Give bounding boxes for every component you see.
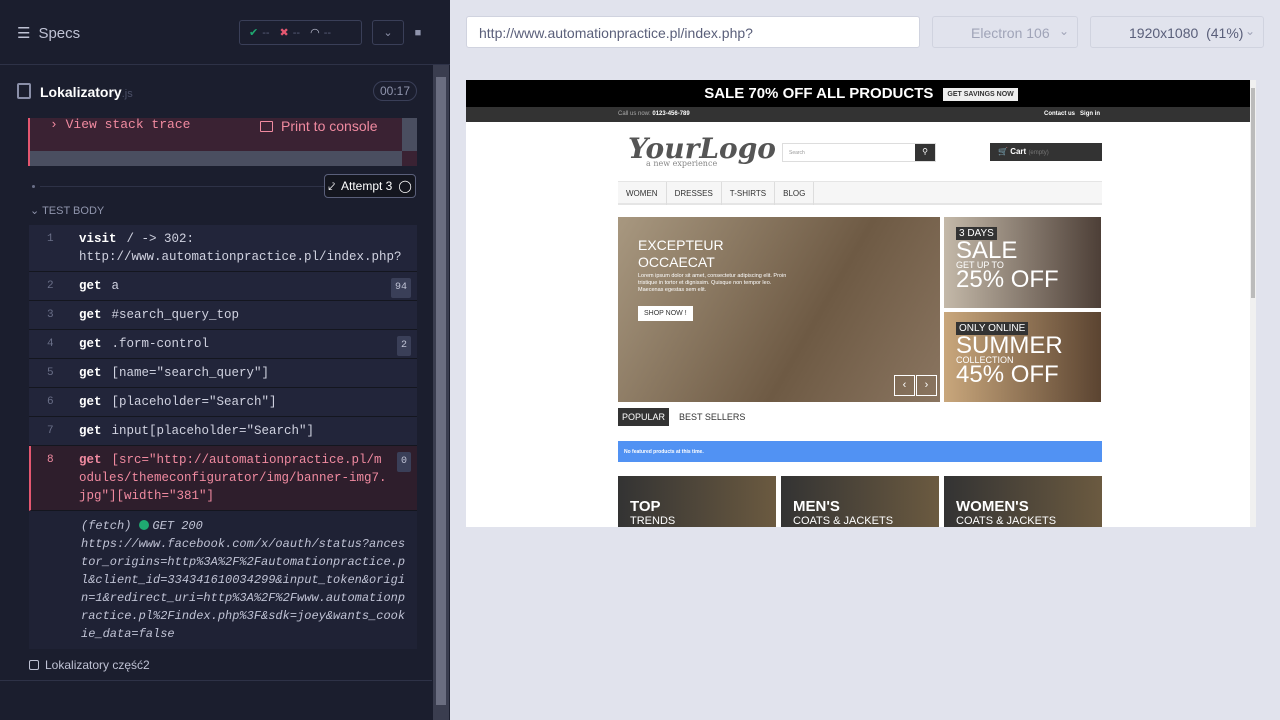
scrollbar-thumb[interactable] [436,77,446,705]
banner-summer[interactable]: ONLY ONLINE SUMMER COLLECTION 45% OFF [944,312,1101,402]
tab-best-sellers[interactable]: BEST SELLERS [679,412,745,422]
main-menu: WOMEN DRESSES T-SHIRTS BLOG [618,181,1102,205]
chevron-down-icon: ⌄ [1058,24,1069,38]
viewport-info[interactable]: 1920x1080 (41%) ⌄ [1090,16,1264,48]
divider-dot [32,185,35,188]
menu-item-dresses[interactable]: DRESSES [667,182,722,205]
specs-toggle[interactable]: ☰ Specs [17,24,81,43]
divider [40,186,330,187]
homepage-slider[interactable]: EXCEPTEUR OCCAECAT Lorem ipsum dolor sit… [618,217,940,402]
command-row[interactable]: 4 get .form-control 2 [29,330,417,359]
horizontal-scrollbar[interactable] [30,151,402,166]
chevron-down-icon[interactable]: ⌄ [372,20,404,45]
search-input[interactable]: Search ⚲ [782,143,936,162]
browser-selector[interactable]: Electron 106 ⌄ [932,16,1078,48]
specs-label: Specs [38,24,81,42]
failed-stat: ✖ -- [279,27,301,39]
aut-iframe[interactable]: SALE 70% OFF ALL PRODUCTS GET SAVINGS NOW… [466,80,1256,527]
pending-stat: ◠ -- [310,27,332,39]
count-badge: 2 [396,336,411,356]
banner-sale[interactable]: 3 DAYS SALE GET UP TO 25% OFF [944,217,1101,308]
command-row[interactable]: 7 get input[placeholder="Search"] [29,417,417,446]
next-arrow-icon[interactable]: › [916,375,937,396]
savings-button[interactable]: GET SAVINGS NOW [943,88,1018,101]
category-card[interactable]: WOMEN'S COATS & JACKETS [944,476,1102,527]
command-row[interactable]: 2 get a 94 [29,272,417,301]
spinner-icon: ◯ [398,179,412,193]
attempt-selector[interactable]: ⤦ Attempt 3 ◯ [324,174,416,198]
aut-scrollbar[interactable] [1250,80,1256,527]
divider [0,680,432,681]
command-log: 1 visit / -> 302: http://www.automationpra… [29,225,417,649]
product-tabs: POPULAR BEST SELLERS [618,408,745,426]
spec-timer: 00:17 [372,81,417,101]
command-row[interactable]: 6 get [placeholder="Search"] [29,388,417,417]
chevron-down-icon: ⌄ [1244,24,1255,38]
signin-link[interactable]: Sign in [1080,111,1100,117]
category-banners: TOP TRENDS MEN'S COATS & JACKETS WOMEN'S CO… [618,476,1102,527]
app-preview-panel: http://www.automationpractice.pl/index.p… [450,0,1280,720]
menu-item-women[interactable]: WOMEN [618,182,667,205]
reporter-scrollbar[interactable] [433,65,449,720]
command-row[interactable]: 3 get #search_query_top [29,301,417,330]
category-card[interactable]: TOP TRENDS [618,476,776,527]
status-dot-icon [139,520,150,530]
count-badge: 0 [396,452,411,472]
scrollbar-thumb[interactable] [1251,88,1255,298]
prev-arrow-icon[interactable]: ‹ [894,375,915,396]
slide-text: Lorem ipsum dolor sit amet, consectetur … [638,273,787,293]
console-icon [260,120,273,132]
search-icon[interactable]: ⚲ [915,144,935,161]
menu-item-blog[interactable]: BLOG [775,182,815,205]
next-spec[interactable]: Lokalizatory część2 [29,658,150,672]
phone-info: Call us now: 0123-456-789 [618,111,690,117]
menu-item-tshirts[interactable]: T-SHIRTS [722,182,776,205]
cart-button[interactable]: 🛒 Cart (empty) [990,143,1102,161]
checkbox-icon [29,660,39,670]
file-icon [17,83,31,99]
view-stack-trace-button[interactable]: › View stack trace [50,117,190,132]
command-row[interactable]: 5 get [name="search_query"] [29,359,417,388]
reporter-header: ☰ Specs ✔ -- ✖ -- ◠ -- ⌄ ■ [0,0,450,65]
failed-command-row[interactable]: 8 get [src="http://automationpractice.pl/m… [29,446,417,511]
promo-banner[interactable]: SALE 70% OFF ALL PRODUCTS GET SAVINGS NOW [466,80,1256,107]
count-badge: 94 [390,278,411,298]
spec-header: Lokalizatory.js 00:17 [0,78,432,108]
site-logo[interactable]: YourLogo a new experience [628,132,776,168]
vertical-scrollbar[interactable] [402,118,417,151]
spec-name: Lokalizatory.js [40,84,133,100]
url-bar[interactable]: http://www.automationpractice.pl/index.p… [466,16,920,48]
top-nav: Call us now: 0123-456-789 Contact us Sig… [466,107,1256,122]
passed-stat: ✔ -- [249,27,270,39]
tab-popular[interactable]: POPULAR [618,408,670,426]
fetch-log-row[interactable]: (fetch) GET 200 https://www.facebook.com/x… [29,511,417,649]
stop-icon[interactable]: ■ [402,20,434,45]
test-stats: ✔ -- ✖ -- ◠ -- [239,20,362,45]
test-body-header[interactable]: ⌄ TEST BODY [30,204,104,217]
print-to-console-button[interactable]: Print to console [260,118,378,134]
command-row[interactable]: 1 visit / -> 302: http://www.automationpra… [29,225,417,272]
shop-now-button[interactable]: SHOP NOW ! [638,306,693,321]
menu-icon: ☰ [17,25,31,42]
top-links: Contact us Sign in [1044,111,1100,117]
collapse-icon: ⤦ [328,178,335,193]
slide-heading: EXCEPTEUR OCCAECAT [638,237,724,270]
reporter-panel: ☰ Specs ✔ -- ✖ -- ◠ -- ⌄ ■ Lokalizatory.js … [0,0,450,720]
info-alert: No featured products at this time. [618,441,1102,462]
category-card[interactable]: MEN'S COATS & JACKETS [781,476,939,527]
error-panel: › View stack trace Print to console [28,117,417,166]
contact-link[interactable]: Contact us [1044,111,1075,117]
